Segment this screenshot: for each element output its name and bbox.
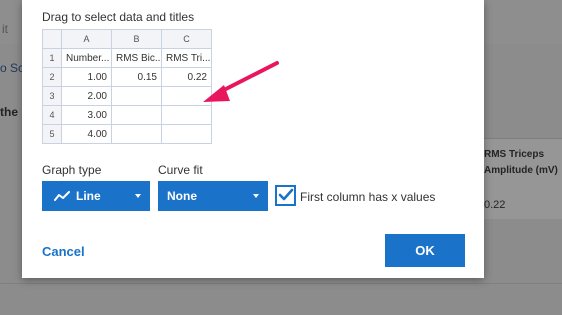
row-header[interactable]: 1 [42, 48, 62, 68]
sheet-cell[interactable]: 0.15 [111, 67, 162, 87]
sheet-row: 2 1.00 0.15 0.22 [42, 67, 212, 87]
curve-fit-label: Curve fit [158, 163, 203, 177]
column-header-c[interactable]: C [161, 29, 212, 49]
column-header-b[interactable]: B [111, 29, 162, 49]
row-header[interactable]: 5 [42, 124, 62, 144]
chevron-down-icon [135, 194, 141, 198]
background-divider [0, 283, 562, 284]
row-header[interactable]: 2 [42, 67, 62, 87]
background-text: it [2, 22, 8, 36]
sheet-cell[interactable] [111, 86, 162, 106]
sheet-cell[interactable]: RMS Bic... [111, 48, 162, 68]
background-table-cell: 0.22 [484, 199, 506, 211]
ok-button[interactable]: OK [385, 234, 465, 267]
row-header[interactable]: 3 [42, 86, 62, 106]
sheet-cell[interactable] [161, 105, 212, 125]
background-link: o Sc [0, 61, 25, 75]
create-graph-dialog: Drag to select data and titles A B C 1 N… [22, 0, 484, 278]
sheet-cell[interactable]: 0.22 [161, 67, 212, 87]
sheet-cell[interactable]: Number... [61, 48, 112, 68]
row-header[interactable]: 4 [42, 105, 62, 125]
sheet-cell[interactable]: 4.00 [61, 124, 112, 144]
sheet-cell[interactable]: 1.00 [61, 67, 112, 87]
cancel-button[interactable]: Cancel [42, 244, 85, 259]
graph-type-dropdown[interactable]: Line [42, 181, 150, 211]
data-selection-sheet[interactable]: A B C 1 Number... RMS Bic... RMS Tri... … [42, 29, 212, 144]
dialog-title: Drag to select data and titles [42, 10, 195, 24]
sheet-cell[interactable]: 2.00 [61, 86, 112, 106]
sheet-cell[interactable] [161, 86, 212, 106]
column-header-a[interactable]: A [61, 29, 112, 49]
line-chart-icon [54, 191, 70, 201]
sheet-cell[interactable] [111, 124, 162, 144]
sheet-row: 5 4.00 [42, 124, 212, 144]
sheet-cell[interactable] [111, 105, 162, 125]
graph-type-label: Graph type [42, 163, 102, 177]
graph-type-value: Line [76, 189, 101, 203]
sheet-cell[interactable]: 3.00 [61, 105, 112, 125]
background-table-header: RMS Triceps Amplitude (mV) [484, 149, 558, 176]
background-heading: the [0, 105, 18, 119]
curve-fit-dropdown[interactable]: None [158, 181, 268, 211]
sheet-row: 4 3.00 [42, 105, 212, 125]
sheet-row: 1 Number... RMS Bic... RMS Tri... [42, 48, 212, 68]
checkmark-icon [278, 188, 294, 201]
curve-fit-value: None [167, 189, 197, 203]
sheet-cell[interactable]: RMS Tri... [161, 48, 212, 68]
first-column-x-checkbox[interactable] [275, 185, 296, 206]
sheet-row: 3 2.00 [42, 86, 212, 106]
sheet-corner [42, 29, 62, 49]
first-column-x-label[interactable]: First column has x values [300, 190, 435, 204]
chevron-down-icon [253, 194, 259, 198]
sheet-cell[interactable] [161, 124, 212, 144]
